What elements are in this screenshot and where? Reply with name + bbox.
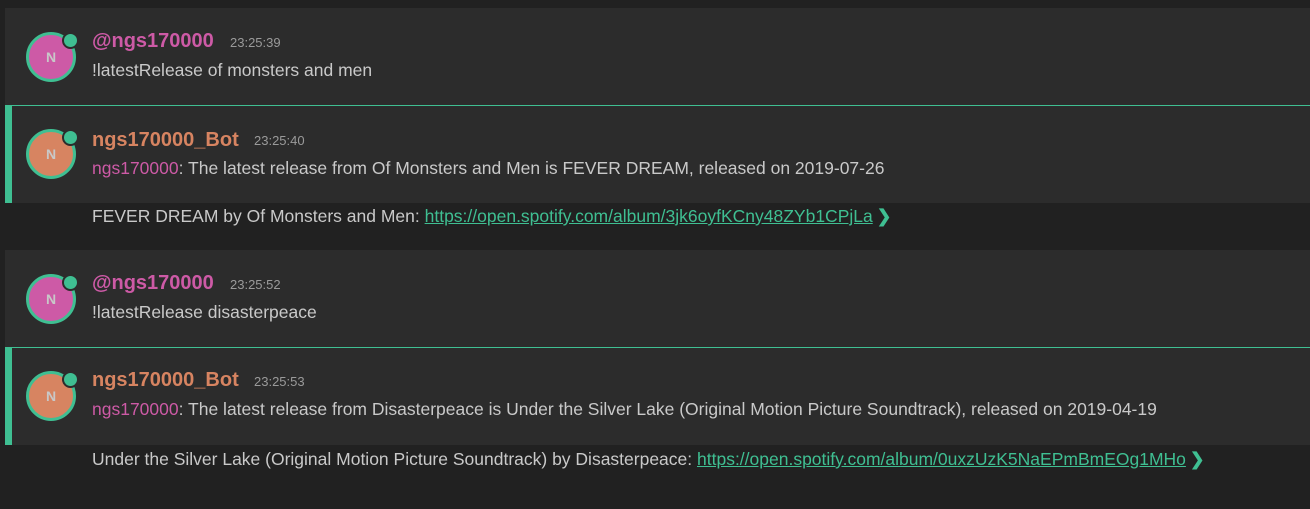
message-text: !latestRelease disasterpeace — [92, 302, 317, 322]
embed-text: FEVER DREAM by Of Monsters and Men: — [92, 206, 425, 226]
message-timestamp: 23:25:39 — [230, 35, 281, 50]
embed-line: FEVER DREAM by Of Monsters and Men: http… — [92, 206, 891, 227]
message-text: ngs170000: The latest release from Disas… — [92, 399, 1157, 420]
user-mention[interactable]: ngs170000 — [92, 399, 179, 419]
avatar-letter: N — [45, 146, 57, 162]
message-timestamp: 23:25:53 — [254, 374, 305, 389]
avatar-letter: N — [45, 49, 57, 65]
message-author[interactable]: ngs170000_Bot — [92, 369, 239, 392]
message-timestamp: 23:25:40 — [254, 133, 305, 148]
spotify-link[interactable]: https://open.spotify.com/album/0uxzUzK5N… — [697, 449, 1186, 469]
online-status-icon — [62, 129, 79, 146]
message-text: ngs170000: The latest release from Of Mo… — [92, 158, 884, 179]
spotify-link[interactable]: https://open.spotify.com/album/3jk6oyfKC… — [425, 206, 873, 226]
message-timestamp: 23:25:52 — [230, 277, 281, 292]
online-status-icon — [62, 274, 79, 291]
message-text: !latestRelease of monsters and men — [92, 60, 373, 80]
chevron-right-icon[interactable]: ❯ — [877, 206, 892, 227]
message-body: : The latest release from Of Monsters an… — [178, 158, 885, 178]
message-author[interactable]: @ngs170000 — [92, 30, 214, 53]
chat-message: N ngs170000_Bot 23:25:40 ngs170000: The … — [5, 105, 1310, 203]
chat-message: N @ngs170000 23:25:39 !latestRelease of … — [5, 8, 1310, 105]
online-status-icon — [62, 32, 79, 49]
message-author[interactable]: ngs170000_Bot — [92, 129, 239, 152]
avatar-letter: N — [45, 388, 57, 404]
embed-text: Under the Silver Lake (Original Motion P… — [92, 449, 697, 469]
embed-line: Under the Silver Lake (Original Motion P… — [92, 449, 1205, 470]
avatar-letter: N — [45, 291, 57, 307]
message-author[interactable]: @ngs170000 — [92, 272, 214, 295]
chat-message: N @ngs170000 23:25:52 !latestRelease dis… — [5, 250, 1310, 347]
chat-message: N ngs170000_Bot 23:25:53 ngs170000: The … — [5, 347, 1310, 445]
chevron-right-icon[interactable]: ❯ — [1190, 449, 1205, 470]
user-mention[interactable]: ngs170000 — [92, 158, 179, 178]
online-status-icon — [62, 371, 79, 388]
message-body: : The latest release from Disasterpeace … — [178, 399, 1157, 419]
